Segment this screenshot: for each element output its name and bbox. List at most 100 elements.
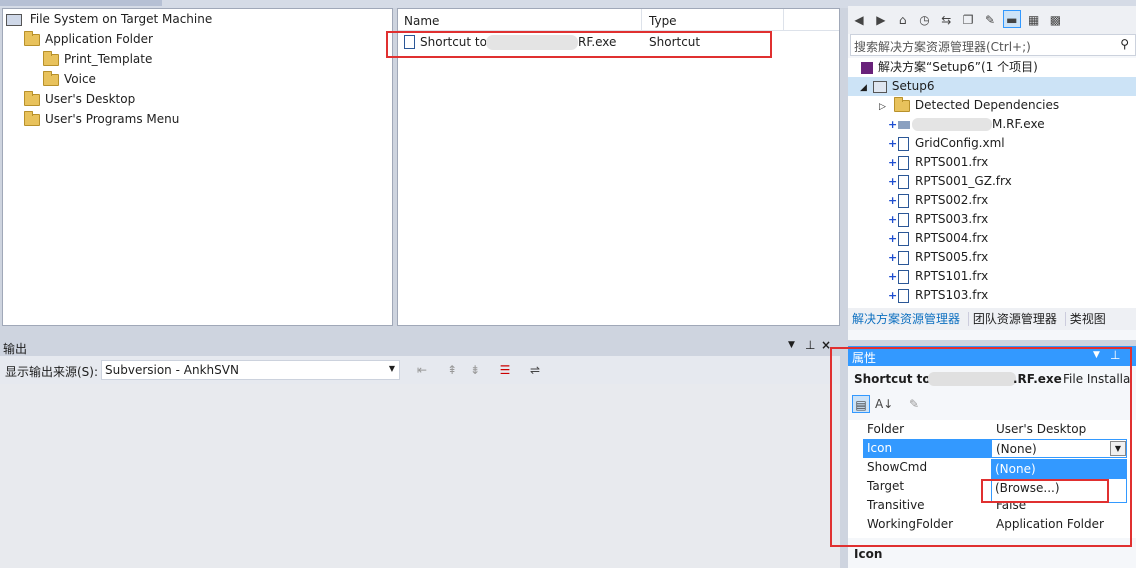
document-tab[interactable] bbox=[0, 0, 162, 6]
file-icon bbox=[898, 136, 909, 151]
se-search-box[interactable]: 搜索解决方案资源管理器(Ctrl+;) ⚲ bbox=[850, 34, 1136, 56]
next-message-icon[interactable]: ⇟ bbox=[466, 361, 484, 379]
collapse-icon[interactable]: ▬ bbox=[1002, 10, 1021, 28]
se-project-node[interactable]: ◢ Setup6 bbox=[848, 77, 1136, 96]
highlight-box bbox=[830, 347, 1132, 547]
fs-tree-item[interactable]: Voice bbox=[3, 69, 392, 89]
back-icon[interactable]: ◀ bbox=[850, 11, 868, 29]
plus-icon: + bbox=[888, 270, 898, 283]
folder-icon bbox=[893, 96, 910, 112]
folder-icon bbox=[24, 90, 40, 106]
fs-tree-item[interactable]: Application Folder bbox=[3, 29, 392, 49]
se-file-label: RPTS005.frx bbox=[915, 250, 989, 264]
se-file-label: GridConfig.xml bbox=[915, 136, 1005, 150]
se-search-placeholder: 搜索解决方案资源管理器(Ctrl+;) bbox=[854, 40, 1031, 54]
plus-icon: + bbox=[888, 137, 898, 150]
file-icon bbox=[898, 193, 909, 208]
col-header-name[interactable]: Name bbox=[404, 14, 439, 28]
highlight-box bbox=[386, 31, 772, 58]
home-icon[interactable]: ⌂ bbox=[894, 11, 912, 29]
se-file-label: M.RF.exe bbox=[992, 117, 1045, 131]
sync-icon[interactable]: ⇆ bbox=[937, 11, 955, 29]
fs-item-label: Application Folder bbox=[45, 32, 153, 46]
se-dependencies-node[interactable]: ▷ Detected Dependencies bbox=[848, 96, 1136, 115]
plus-icon: + bbox=[888, 251, 898, 264]
se-file-label: RPTS004.frx bbox=[915, 231, 989, 245]
se-file-node[interactable]: + RPTS005.frx bbox=[848, 248, 1136, 267]
fs-tree-item[interactable]: User's Programs Menu bbox=[3, 109, 392, 129]
pin-icon[interactable]: ⊥ bbox=[805, 338, 815, 352]
fs-item-label: User's Programs Menu bbox=[45, 112, 180, 126]
se-file-node[interactable]: + RPTS001.frx bbox=[848, 153, 1136, 172]
folder-icon bbox=[24, 30, 40, 46]
word-wrap-icon[interactable]: ⇌ bbox=[526, 361, 544, 379]
fs-item-label: Voice bbox=[64, 72, 96, 86]
se-file-node[interactable]: + RPTS103.frx bbox=[848, 286, 1136, 305]
collapse-arrow-icon[interactable]: ▷ bbox=[879, 102, 886, 112]
output-title-bar: 输出 ▼ ⊥ × bbox=[0, 338, 840, 356]
output-source-value: Subversion - AnkhSVN bbox=[105, 363, 239, 377]
filter-icon[interactable]: ▩ bbox=[1046, 11, 1064, 29]
file-icon bbox=[898, 174, 909, 189]
fs-tree-root[interactable]: File System on Target Machine bbox=[3, 9, 392, 29]
se-tab[interactable]: 类视图 bbox=[1064, 312, 1110, 326]
se-file-node[interactable]: + GridConfig.xml bbox=[848, 134, 1136, 153]
se-file-node[interactable]: + M.RF.exe bbox=[848, 115, 1136, 134]
se-file-label: RPTS103.frx bbox=[915, 288, 989, 302]
highlight-box bbox=[981, 479, 1109, 503]
wrench-icon[interactable]: ✎ bbox=[981, 11, 999, 29]
col-divider[interactable] bbox=[783, 9, 784, 31]
file-icon bbox=[898, 288, 909, 303]
se-file-node[interactable]: + RPTS002.frx bbox=[848, 191, 1136, 210]
clear-all-icon[interactable]: ☰ bbox=[496, 361, 514, 379]
se-file-node[interactable]: + RPTS101.frx bbox=[848, 267, 1136, 286]
copy-icon[interactable]: ❐ bbox=[959, 11, 977, 29]
history-icon[interactable]: ◷ bbox=[915, 11, 933, 29]
se-file-node[interactable]: + RPTS003.frx bbox=[848, 210, 1136, 229]
output-source-select[interactable]: Subversion - AnkhSVN ▼ bbox=[101, 360, 400, 380]
se-solution-node[interactable]: 解决方案“Setup6”(1 个项目) bbox=[848, 58, 1136, 77]
solution-explorer: ◀ ▶ ⌂ ◷ ⇆ ❐ ✎ ▬ ▦ ▩ 搜索解决方案资源管理器(Ctrl+;) … bbox=[848, 0, 1136, 340]
file-icon bbox=[898, 250, 909, 265]
plus-icon: + bbox=[888, 118, 898, 131]
col-divider[interactable] bbox=[641, 9, 642, 31]
exe-icon bbox=[898, 120, 910, 129]
forward-icon[interactable]: ▶ bbox=[872, 11, 890, 29]
se-tab[interactable]: 团队资源管理器 bbox=[967, 312, 1061, 326]
fs-tree-item[interactable]: Print_Template bbox=[3, 49, 392, 69]
se-tab-active[interactable]: 解决方案资源管理器 bbox=[848, 312, 964, 326]
se-tab-strip: 解决方案资源管理器 团队资源管理器 类视图 bbox=[848, 308, 1136, 330]
output-pane: 输出 ▼ ⊥ × 显示输出来源(S): Subversion - AnkhSVN… bbox=[0, 338, 840, 568]
output-toolbar: 显示输出来源(S): Subversion - AnkhSVN ▼ ⇤ ⇞ ⇟ … bbox=[0, 356, 840, 384]
fs-item-label: User's Desktop bbox=[45, 92, 136, 106]
se-file-label: RPTS001.frx bbox=[915, 155, 989, 169]
se-project-label: Setup6 bbox=[891, 79, 935, 93]
col-header-type[interactable]: Type bbox=[649, 14, 677, 28]
prev-message-icon[interactable]: ⇞ bbox=[443, 361, 461, 379]
file-icon bbox=[898, 231, 909, 246]
plus-icon: + bbox=[888, 175, 898, 188]
dropdown-icon[interactable]: ▼ bbox=[788, 340, 795, 350]
plus-icon: + bbox=[888, 156, 898, 169]
se-file-node[interactable]: + RPTS004.frx bbox=[848, 229, 1136, 248]
se-file-label: RPTS002.frx bbox=[915, 193, 989, 207]
se-file-node[interactable]: + RPTS001_GZ.frx bbox=[848, 172, 1136, 191]
se-tree: 解决方案“Setup6”(1 个项目) ◢ Setup6 ▷ Detected De… bbox=[848, 58, 1136, 308]
se-file-label: RPTS001_GZ.frx bbox=[915, 174, 1012, 188]
output-source-label: 显示输出来源(S): bbox=[5, 365, 99, 379]
plus-icon: + bbox=[888, 232, 898, 245]
expand-icon[interactable]: ◢ bbox=[860, 83, 867, 93]
plus-icon: + bbox=[888, 289, 898, 302]
view-icon[interactable]: ▦ bbox=[1025, 11, 1043, 29]
output-text-area[interactable] bbox=[0, 384, 840, 568]
file-icon bbox=[898, 155, 909, 170]
file-icon bbox=[898, 269, 909, 284]
se-dependencies-label: Detected Dependencies bbox=[914, 98, 1060, 112]
description-title: Icon bbox=[854, 547, 883, 561]
plus-icon: + bbox=[888, 213, 898, 226]
fs-root-label: File System on Target Machine bbox=[29, 12, 213, 26]
fs-tree-item[interactable]: User's Desktop bbox=[3, 89, 392, 109]
folder-icon bbox=[43, 70, 59, 86]
go-to-icon[interactable]: ⇤ bbox=[413, 361, 431, 379]
se-file-label: RPTS003.frx bbox=[915, 212, 989, 226]
